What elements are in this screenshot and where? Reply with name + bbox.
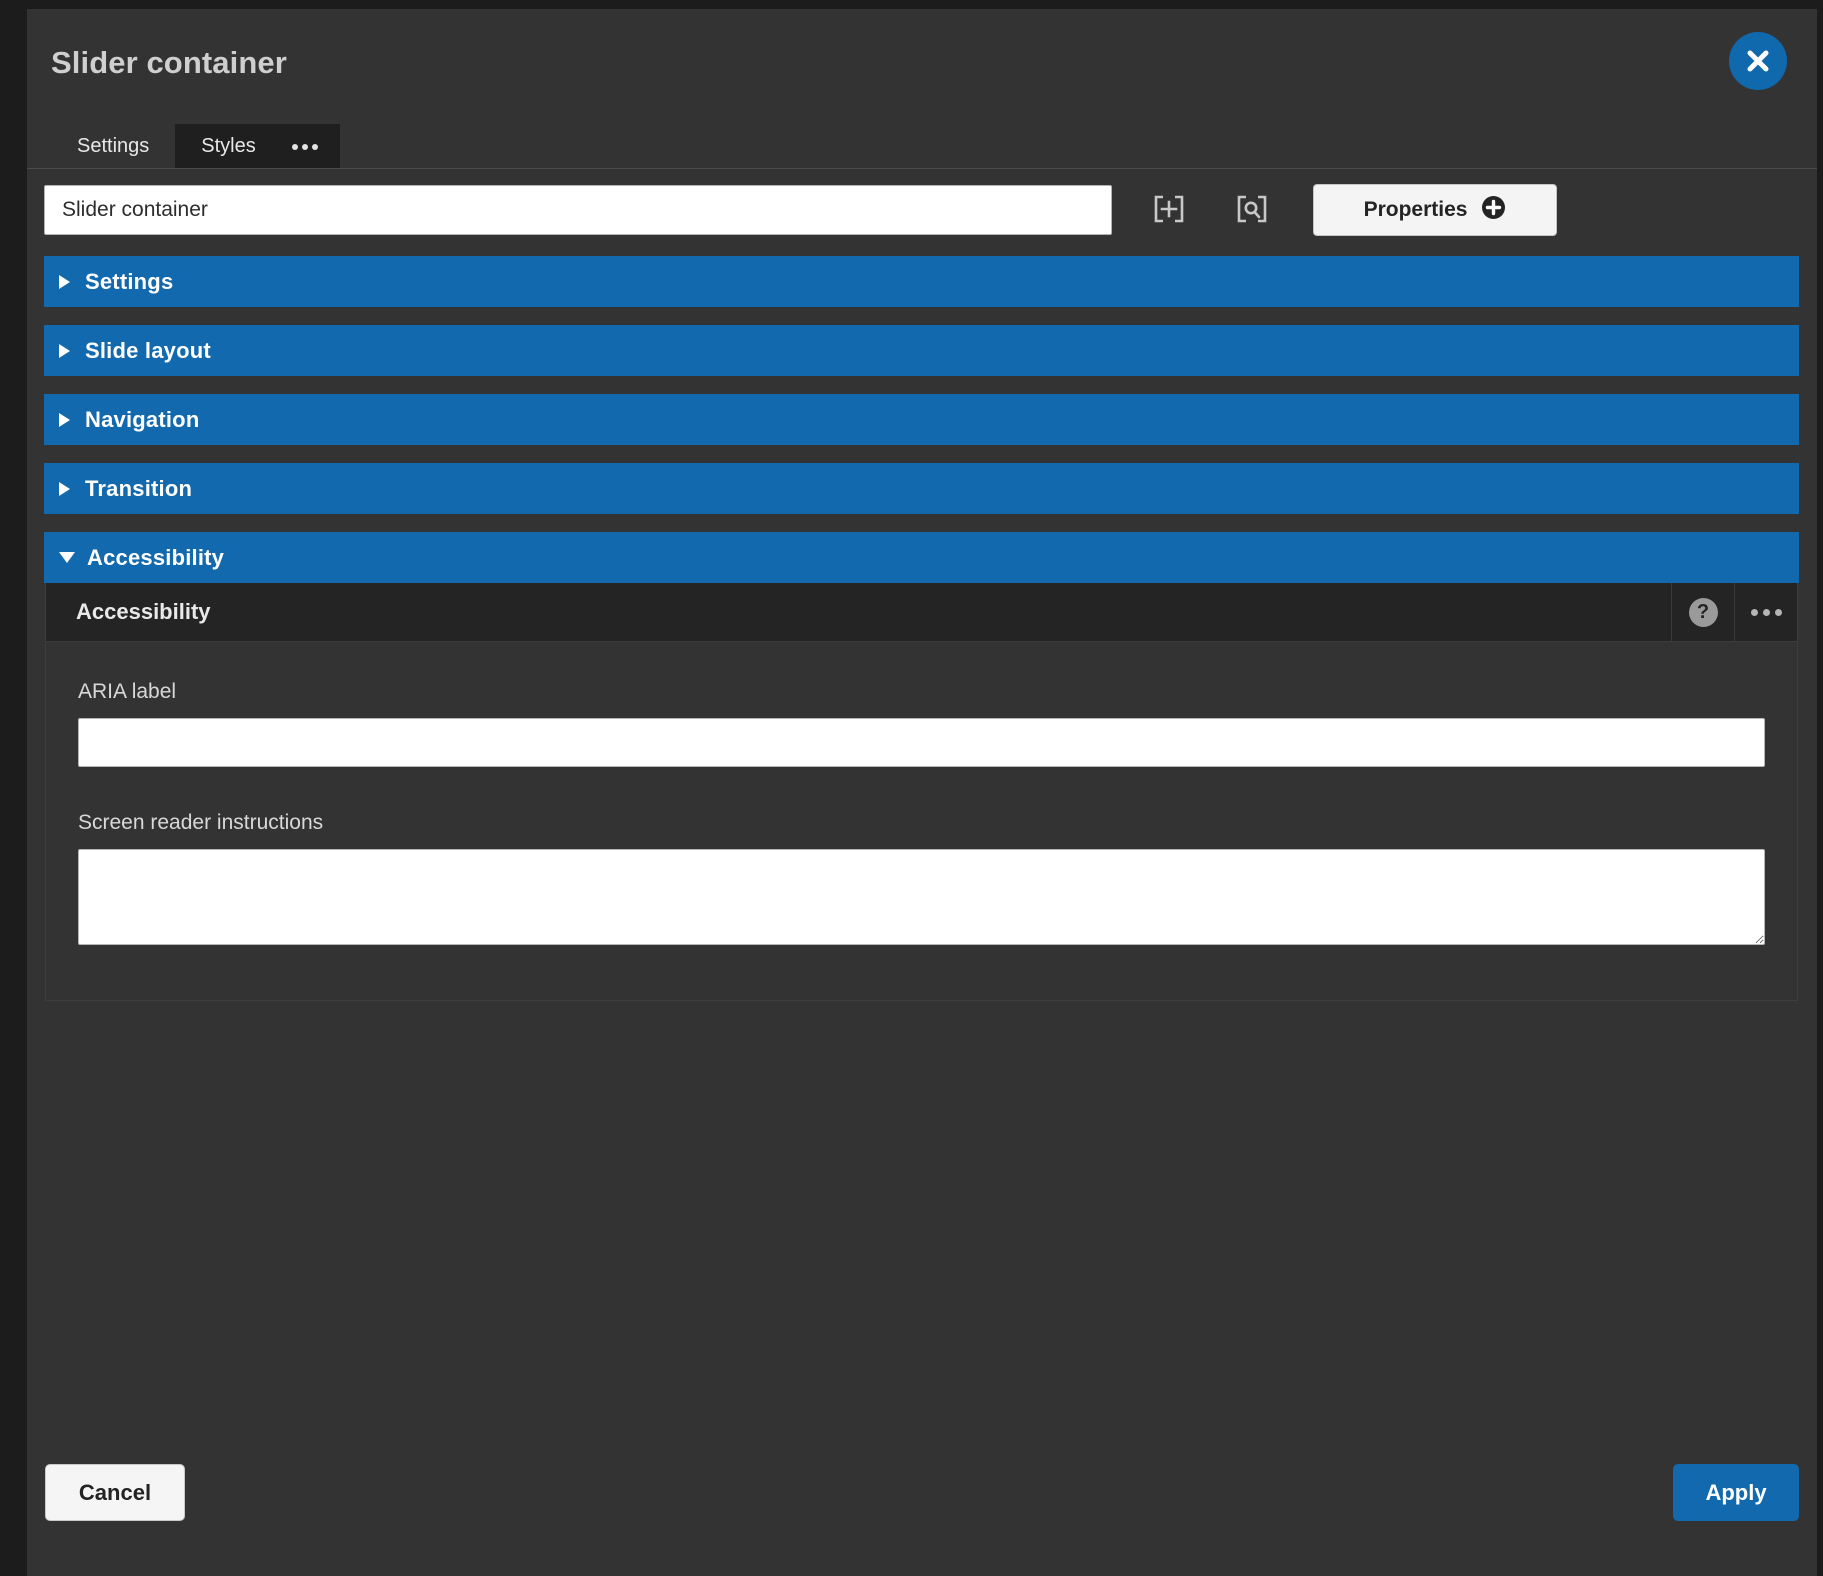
ellipsis-icon: [1750, 608, 1782, 616]
dialog-title: Slider container: [51, 45, 287, 80]
section-settings-header[interactable]: Settings: [44, 256, 1799, 307]
caret-right-icon: [59, 274, 70, 289]
aria-label-label: ARIA label: [78, 680, 177, 703]
accessibility-panel-title: Accessibility: [76, 599, 211, 624]
app-root: Slider container Settings Styles Slider …: [0, 0, 1823, 1576]
cancel-button[interactable]: Cancel: [45, 1464, 185, 1521]
section-accessibility: Accessibility Accessibility ? ARIA label…: [44, 532, 1799, 1001]
caret-right-icon: [59, 343, 70, 358]
properties-button[interactable]: Properties: [1313, 184, 1557, 236]
element-toolbar: Properties: [27, 169, 1817, 254]
tabs-overflow-button[interactable]: [281, 124, 340, 169]
tabstrip: Settings Styles: [51, 124, 340, 169]
field-screen-reader-instructions: Screen reader instructions: [78, 811, 1765, 945]
section-transition: Transition: [44, 463, 1799, 514]
aria-label-input[interactable]: [78, 718, 1765, 767]
plus-circle-icon: [1481, 195, 1506, 226]
section-accessibility-title: Accessibility: [87, 544, 225, 570]
field-aria-label: ARIA label: [78, 680, 1765, 767]
section-navigation: Navigation: [44, 394, 1799, 445]
caret-right-icon: [59, 481, 70, 496]
section-slide-layout: Slide layout: [44, 325, 1799, 376]
section-settings-title: Settings: [85, 268, 174, 294]
help-button[interactable]: ?: [1671, 583, 1734, 641]
bracket-search-icon: [1235, 194, 1269, 227]
caret-right-icon: [59, 412, 70, 427]
element-name-input[interactable]: [44, 185, 1112, 235]
section-transition-title: Transition: [85, 475, 193, 501]
apply-button[interactable]: Apply: [1673, 1464, 1799, 1521]
section-navigation-header[interactable]: Navigation: [44, 394, 1799, 445]
slider-container-dialog: Slider container Settings Styles Slider …: [27, 9, 1817, 1576]
panel-more-button[interactable]: [1734, 583, 1797, 641]
find-element-button[interactable]: [1229, 187, 1275, 233]
add-element-button[interactable]: [1146, 187, 1192, 233]
section-slide-layout-title: Slide layout: [85, 337, 211, 363]
close-x-icon: [1745, 48, 1771, 74]
section-accessibility-header[interactable]: Accessibility: [44, 532, 1799, 583]
section-transition-header[interactable]: Transition: [44, 463, 1799, 514]
close-button[interactable]: [1729, 32, 1787, 90]
ellipsis-icon: [291, 143, 318, 150]
screen-reader-instructions-label: Screen reader instructions: [78, 811, 324, 834]
dialog-footer: Cancel Apply: [27, 1416, 1817, 1576]
tab-settings[interactable]: Settings: [51, 124, 176, 169]
caret-down-icon: [59, 552, 75, 563]
bracket-plus-icon: [1152, 194, 1186, 227]
accessibility-panel-header: Accessibility ?: [46, 583, 1797, 642]
properties-label: Properties: [1363, 198, 1468, 221]
accessibility-fields: ARIA label Screen reader instructions: [46, 642, 1797, 1000]
section-settings: Settings: [44, 256, 1799, 307]
question-mark-icon: ?: [1688, 597, 1718, 627]
section-accessibility-body: Accessibility ? ARIA label Screen reader…: [45, 583, 1798, 1001]
tab-styles[interactable]: Styles: [175, 124, 282, 169]
settings-sections: Settings Slide layout Navigation Transit…: [44, 256, 1799, 1019]
section-navigation-title: Navigation: [85, 406, 200, 432]
screen-reader-instructions-textarea[interactable]: [78, 849, 1765, 945]
section-slide-layout-header[interactable]: Slide layout: [44, 325, 1799, 376]
dialog-header: Slider container Settings Styles: [27, 9, 1817, 169]
